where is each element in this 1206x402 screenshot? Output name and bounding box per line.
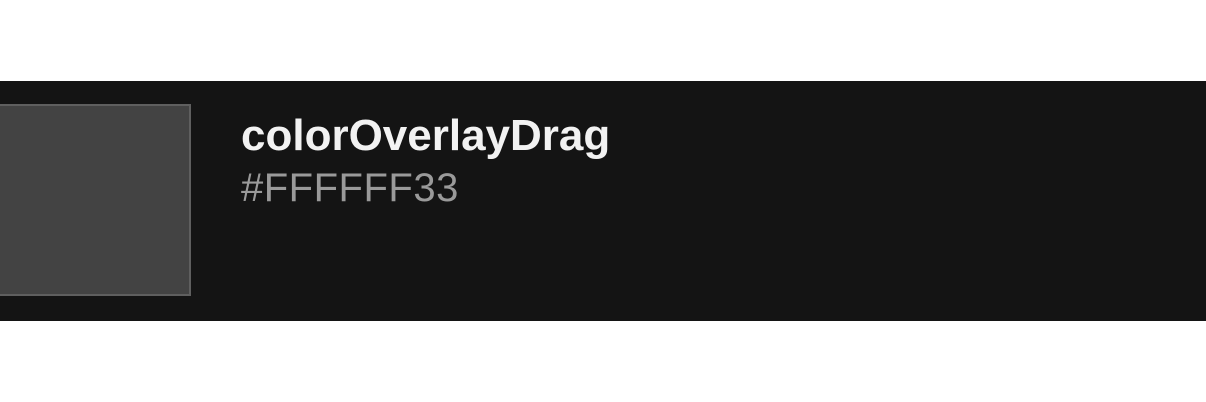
- color-token-row: colorOverlayDrag #FFFFFF33: [0, 81, 1206, 321]
- token-value: #FFFFFF33: [241, 166, 459, 210]
- color-swatch: [0, 104, 191, 296]
- token-name: colorOverlayDrag: [241, 111, 611, 160]
